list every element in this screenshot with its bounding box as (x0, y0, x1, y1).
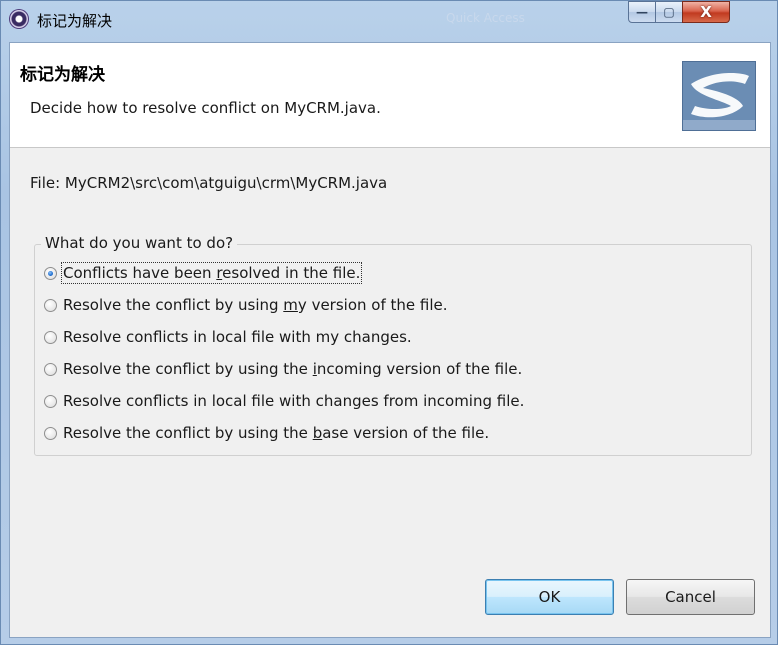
resolve-option-4[interactable]: Resolve the conflict by using the incomi… (44, 357, 522, 381)
quick-access-ghost: Quick Access (446, 11, 525, 25)
option-text: Resolve the conflict by using the (63, 424, 313, 442)
radio-icon[interactable] (44, 330, 57, 344)
dialog-banner: 标记为解决 Decide how to resolve conflict on … (10, 43, 770, 148)
maximize-button[interactable]: ▢ (655, 1, 683, 23)
radio-icon[interactable] (44, 298, 57, 312)
resolve-option-label[interactable]: Resolve the conflict by using the base v… (63, 424, 489, 442)
svn-logo-icon (682, 61, 756, 131)
svn-logo-graphic (683, 62, 755, 130)
window-title: 标记为解决 (37, 12, 113, 30)
resolve-option-label[interactable]: Resolve conflicts in local file with my … (63, 328, 412, 346)
cancel-button[interactable]: Cancel (626, 579, 755, 615)
minimize-icon: — (636, 5, 648, 19)
title-bar[interactable]: 标记为解决 Quick Access — ▢ X (1, 1, 777, 39)
option-text: y version of the file. (297, 296, 448, 314)
dialog-window: 标记为解决 Quick Access — ▢ X 标记为解决 Decide ho… (0, 0, 778, 645)
radio-icon[interactable] (44, 426, 57, 440)
option-text: esolved in the file. (222, 264, 361, 282)
file-path-label: File: MyCRM2\src\com\atguigu\crm\MyCRM.j… (30, 174, 388, 192)
close-button[interactable]: X (682, 1, 730, 23)
banner-title: 标记为解决 (20, 65, 105, 85)
resolve-option-label[interactable]: Conflicts have been resolved in the file… (60, 262, 363, 284)
banner-description: Decide how to resolve conflict on MyCRM.… (30, 99, 381, 117)
option-text: Resolve conflicts in local file with my … (63, 328, 412, 346)
option-text: ncoming version of the file. (316, 360, 523, 378)
radio-icon[interactable] (44, 394, 57, 408)
ok-button[interactable]: OK (485, 579, 614, 615)
resolve-option-label[interactable]: Resolve the conflict by using my version… (63, 296, 448, 314)
resolve-option-label[interactable]: Resolve conflicts in local file with cha… (63, 392, 524, 410)
option-mnemonic: m (283, 296, 298, 314)
resolve-option-1[interactable]: Conflicts have been resolved in the file… (44, 261, 363, 285)
radio-selected-icon[interactable] (44, 266, 57, 280)
close-icon: X (700, 3, 712, 21)
option-text: Conflicts have been (63, 264, 217, 282)
option-text: Resolve the conflict by using the (63, 360, 313, 378)
resolve-option-5[interactable]: Resolve conflicts in local file with cha… (44, 389, 524, 413)
minimize-button[interactable]: — (628, 1, 656, 23)
app-icon (9, 9, 29, 29)
resolve-option-6[interactable]: Resolve the conflict by using the base v… (44, 421, 489, 445)
option-text: ase version of the file. (322, 424, 490, 442)
maximize-icon: ▢ (663, 5, 675, 19)
dialog-client-area: 标记为解决 Decide how to resolve conflict on … (9, 42, 771, 638)
option-mnemonic: b (312, 424, 323, 442)
resolve-option-2[interactable]: Resolve the conflict by using my version… (44, 293, 448, 317)
resolve-option-3[interactable]: Resolve conflicts in local file with my … (44, 325, 412, 349)
group-legend: What do you want to do? (41, 234, 238, 252)
option-text: Resolve conflicts in local file with cha… (63, 392, 525, 410)
option-text: Resolve the conflict by using (63, 296, 284, 314)
radio-icon[interactable] (44, 362, 57, 376)
resolve-option-label[interactable]: Resolve the conflict by using the incomi… (63, 360, 522, 378)
